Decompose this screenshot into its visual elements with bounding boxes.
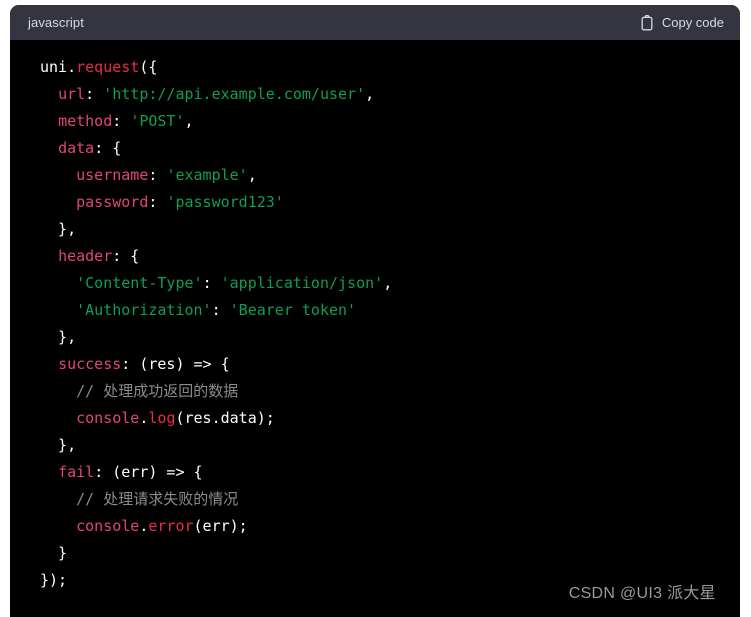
code-token: 'Content-Type' [76,274,203,292]
code-token: ({ [139,58,158,76]
code-content[interactable]: uni.request({ url: 'http://api.example.c… [10,54,740,594]
code-token: }, [40,436,77,454]
code-token: 'application/json' [220,274,384,292]
code-token: success [58,355,122,373]
code-token: console [76,409,140,427]
code-language-label: javascript [28,15,84,30]
code-token: ) => { [148,463,203,481]
code-token: : [211,301,230,319]
code-token: username [76,166,149,184]
code-token: err [121,463,149,481]
code-block-card: javascript Copy code uni.request({ url: … [10,5,740,617]
code-token: data [58,139,95,157]
code-line: }); [40,567,740,594]
code-line: }, [40,324,740,351]
code-token: res [148,355,176,373]
code-token: : { [112,247,140,265]
code-token: 'Bearer token' [229,301,357,319]
code-token: }, [40,220,77,238]
code-token: // 处理请求失败的情况 [76,490,239,508]
code-line: } [40,540,740,567]
code-token: , [365,85,375,103]
code-token: . [67,58,77,76]
code-line: }, [40,216,740,243]
code-line: url: 'http://api.example.com/user', [40,81,740,108]
code-token: 'password123' [166,193,284,211]
code-token: : [202,274,221,292]
code-token: (err); [193,517,248,535]
code-line: fail: (err) => { [40,459,740,486]
code-token: , [247,166,257,184]
code-line: data: { [40,135,740,162]
code-token: 'http://api.example.com/user' [103,85,366,103]
code-token: : [148,193,167,211]
code-token: }, [40,328,77,346]
code-token: : ( [121,355,149,373]
code-token: , [184,112,194,130]
code-token: 'example' [166,166,248,184]
code-token: (res.data); [175,409,275,427]
code-line: password: 'password123' [40,189,740,216]
code-token: , [383,274,393,292]
code-token: header [58,247,113,265]
code-block-header: javascript Copy code [10,5,740,40]
code-line: }, [40,432,740,459]
code-token: request [76,58,140,76]
code-token: : { [94,139,122,157]
code-line: method: 'POST', [40,108,740,135]
code-token: 'POST' [130,112,185,130]
code-token: } [40,544,68,562]
code-line: console.log(res.data); [40,405,740,432]
code-line: success: (res) => { [40,351,740,378]
code-token: console [76,517,140,535]
code-line: username: 'example', [40,162,740,189]
code-line: header: { [40,243,740,270]
code-token: error [148,517,194,535]
code-body: uni.request({ url: 'http://api.example.c… [10,40,740,617]
code-line: 'Content-Type': 'application/json', [40,270,740,297]
code-token: }); [40,571,68,589]
code-line: // 处理请求失败的情况 [40,486,740,513]
copy-code-button[interactable]: Copy code [640,14,724,31]
code-token: : [112,112,131,130]
code-token: : [85,85,104,103]
code-token: : [148,166,167,184]
copy-code-label: Copy code [661,15,724,30]
code-token: 'Authorization' [76,301,212,319]
code-token: // 处理成功返回的数据 [76,382,239,400]
clipboard-icon [640,14,654,31]
code-token: method [58,112,113,130]
code-token: ) => { [175,355,230,373]
code-line: uni.request({ [40,54,740,81]
code-line: // 处理成功返回的数据 [40,378,740,405]
code-token: uni [40,58,68,76]
code-token: password [76,193,149,211]
code-token: fail [58,463,95,481]
code-token: log [148,409,176,427]
code-token: : ( [94,463,122,481]
code-line: 'Authorization': 'Bearer token' [40,297,740,324]
code-line: console.error(err); [40,513,740,540]
code-token: url [58,85,86,103]
